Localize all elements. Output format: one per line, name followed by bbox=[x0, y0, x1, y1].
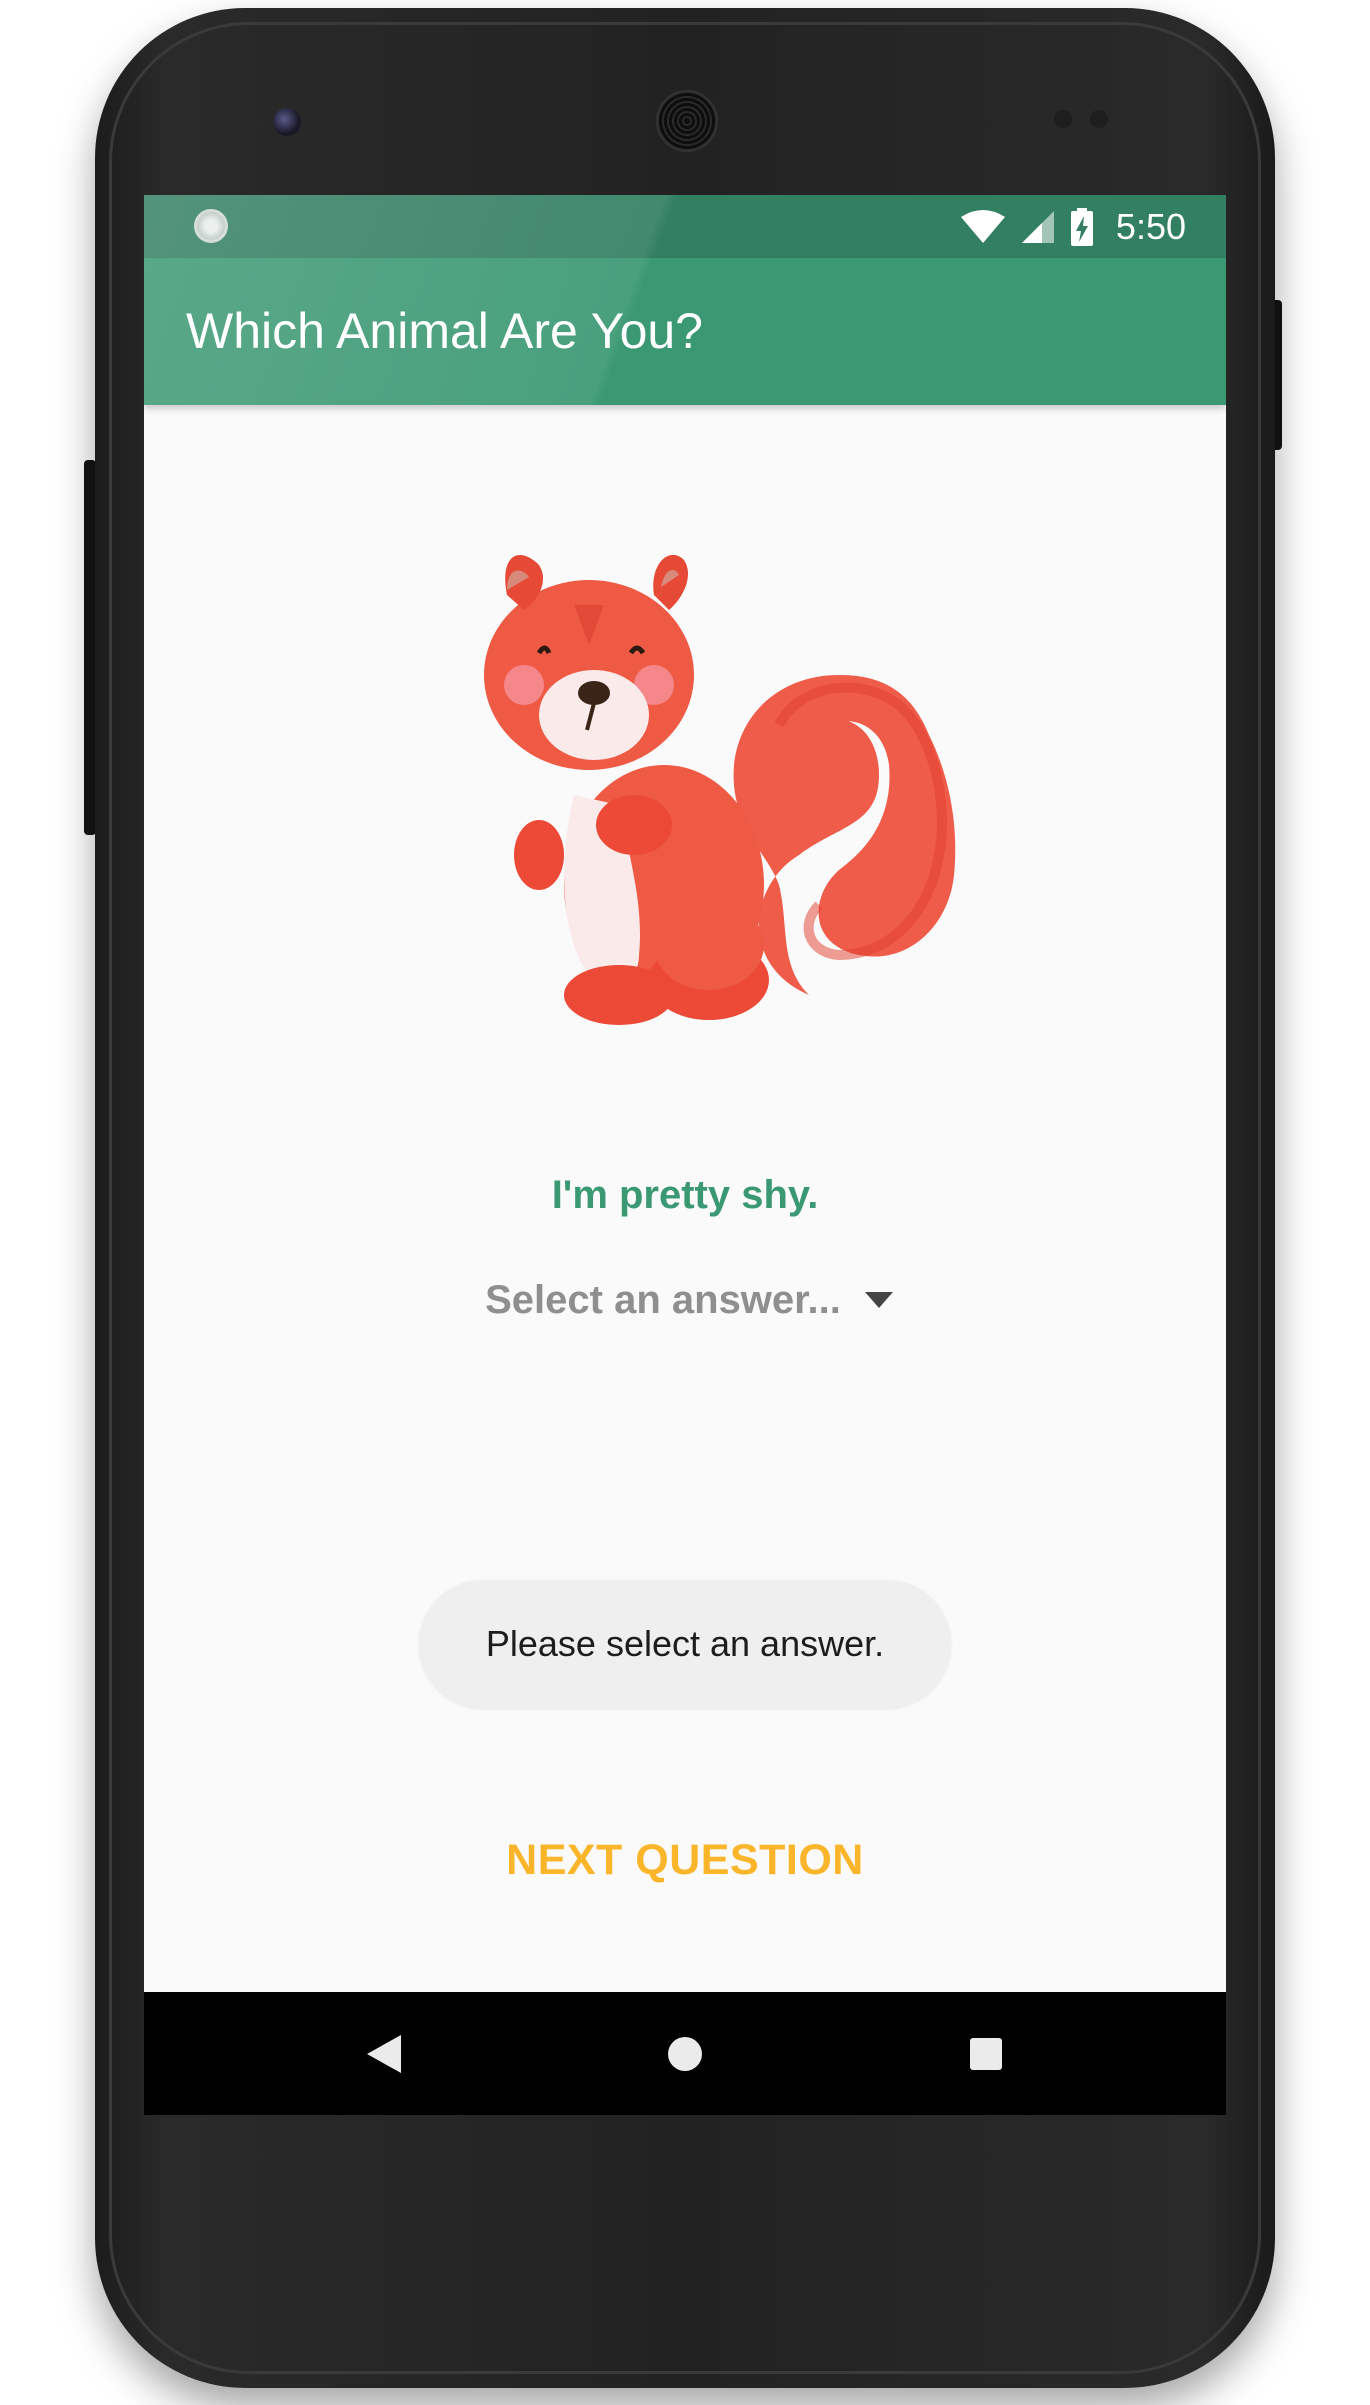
back-button[interactable] bbox=[324, 1992, 444, 2115]
answer-spinner-value: Select an answer... bbox=[485, 1277, 841, 1322]
front-camera bbox=[273, 108, 301, 136]
app-bar: Which Animal Are You? bbox=[144, 258, 1226, 405]
next-question-button[interactable]: NEXT QUESTION bbox=[454, 1820, 916, 1900]
sync-icon bbox=[194, 209, 228, 243]
wifi-icon bbox=[960, 209, 1005, 243]
light-sensor bbox=[1090, 110, 1108, 128]
recents-icon bbox=[970, 2037, 1002, 2070]
recents-button[interactable] bbox=[926, 1992, 1046, 2115]
earpiece-speaker bbox=[656, 90, 718, 152]
signal-icon bbox=[1021, 210, 1054, 243]
device-screen: 5:50 Which Animal Are You? I'm pretty sh… bbox=[144, 195, 1226, 2115]
back-icon bbox=[367, 2034, 401, 2073]
home-icon bbox=[668, 2036, 702, 2071]
dropdown-arrow-icon bbox=[864, 1292, 893, 1308]
app-title: Which Animal Are You? bbox=[186, 303, 703, 359]
status-bar: 5:50 bbox=[144, 195, 1226, 258]
toast-text: Please select an answer. bbox=[485, 1623, 885, 1664]
proximity-sensor bbox=[1054, 110, 1072, 128]
navigation-bar bbox=[144, 1992, 1226, 2115]
toast-message: Please select an answer. bbox=[419, 1580, 951, 1708]
battery-charging-icon bbox=[1070, 207, 1093, 246]
home-button[interactable] bbox=[625, 1992, 745, 2115]
device-frame-stage: 5:50 Which Animal Are You? I'm pretty sh… bbox=[0, 0, 1370, 2405]
answer-spinner[interactable]: Select an answer... bbox=[464, 1265, 914, 1335]
squirrel-illustration bbox=[484, 554, 956, 1025]
status-time: 5:50 bbox=[1115, 205, 1186, 247]
question-text: I'm pretty shy. bbox=[551, 1173, 819, 1217]
status-icons: 5:50 bbox=[960, 195, 1186, 258]
